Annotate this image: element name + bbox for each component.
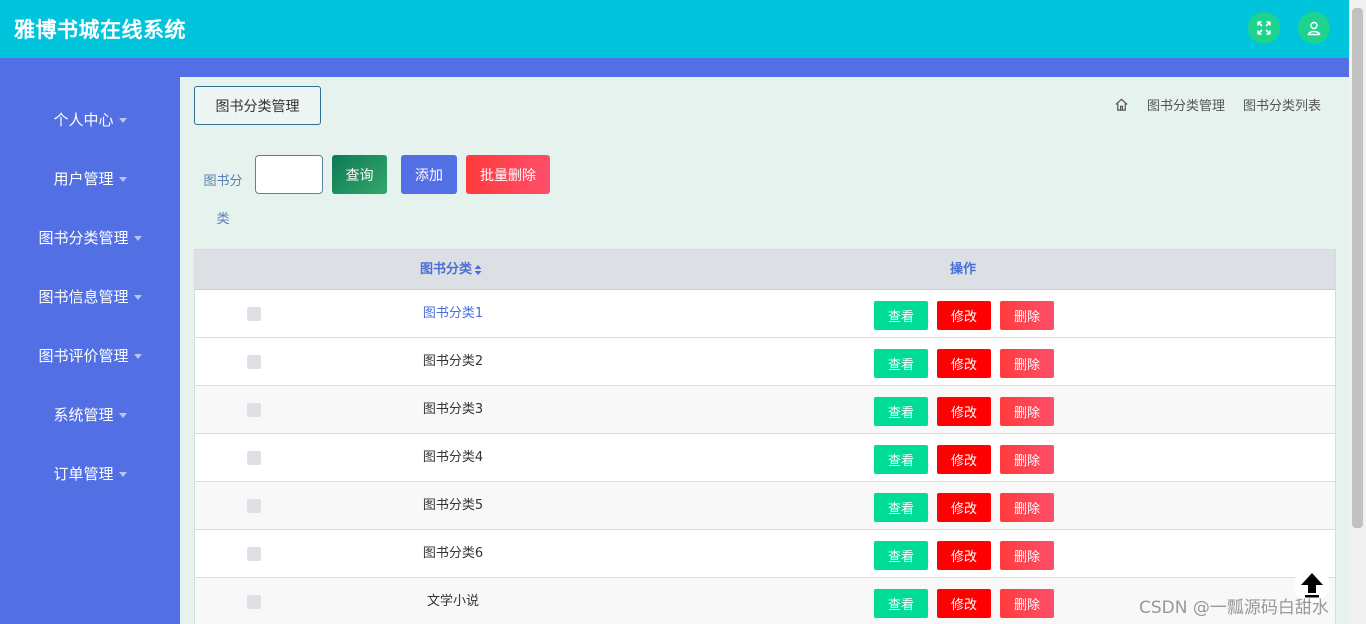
fullscreen-button[interactable]	[1248, 12, 1280, 44]
delete-button[interactable]: 删除	[1000, 541, 1054, 570]
caret-down-icon	[133, 235, 142, 241]
sidebar-item-label: 图书信息管理	[38, 287, 129, 306]
row-checkbox[interactable]	[247, 595, 261, 609]
page-scrollbar[interactable]	[1349, 0, 1366, 624]
view-button[interactable]: 查看	[874, 397, 928, 426]
category-name: 文学小说	[426, 594, 479, 609]
category-name: 图书分类2	[422, 354, 484, 369]
sidebar-item-book-info[interactable]: 图书信息管理	[0, 281, 180, 311]
delete-button[interactable]: 删除	[1000, 397, 1054, 426]
add-button[interactable]: 添加	[401, 155, 457, 194]
caret-down-icon	[118, 412, 127, 418]
top-bar: 雅博书城在线系统	[0, 0, 1349, 58]
sidebar-item-system[interactable]: 系统管理	[0, 399, 180, 429]
watermark-text: CSDN @一瓢源码白甜水	[1139, 598, 1329, 618]
category-name: 图书分类4	[422, 450, 484, 465]
column-header-actions: 操作	[950, 262, 977, 277]
category-name: 图书分类3	[422, 402, 484, 417]
delete-button[interactable]: 删除	[1000, 445, 1054, 474]
user-icon	[1307, 21, 1321, 36]
row-checkbox[interactable]	[247, 547, 261, 561]
row-checkbox[interactable]	[247, 403, 261, 417]
caret-down-icon	[118, 471, 127, 477]
scrollbar-thumb[interactable]	[1352, 8, 1363, 528]
breadcrumb-item-current: 图书分类列表	[1242, 99, 1321, 114]
table-row: 图书分类3 查看 修改 删除	[195, 386, 1335, 434]
filter-label: 图书分类	[203, 174, 243, 227]
delete-button[interactable]: 删除	[1000, 589, 1054, 618]
row-checkbox[interactable]	[247, 451, 261, 465]
edit-button[interactable]: 修改	[937, 301, 991, 330]
sidebar-item-label: 用户管理	[53, 169, 114, 188]
sidebar-item-label: 图书评价管理	[38, 346, 129, 365]
sidebar-item-users[interactable]: 用户管理	[0, 163, 180, 193]
row-checkbox[interactable]	[247, 499, 261, 513]
view-button[interactable]: 查看	[874, 301, 928, 330]
table-row: 图书分类6 查看 修改 删除	[195, 530, 1335, 578]
delete-button[interactable]: 删除	[1000, 301, 1054, 330]
sidebar-item-orders[interactable]: 订单管理	[0, 458, 180, 488]
delete-button[interactable]: 删除	[1000, 349, 1054, 378]
view-button[interactable]: 查看	[874, 589, 928, 618]
table-row: 图书分类2 查看 修改 删除	[195, 338, 1335, 386]
sidebar-item-book-categories[interactable]: 图书分类管理	[0, 222, 180, 252]
batch-delete-button[interactable]: 批量删除	[466, 155, 550, 194]
caret-down-icon	[133, 294, 142, 300]
sidebar-item-profile[interactable]: 个人中心	[0, 104, 180, 134]
edit-button[interactable]: 修改	[937, 397, 991, 426]
sidebar-item-label: 图书分类管理	[38, 228, 129, 247]
caret-down-icon	[118, 176, 127, 182]
user-button[interactable]	[1298, 12, 1330, 44]
fullscreen-icon	[1257, 21, 1271, 35]
page-title-tag: 图书分类管理	[194, 86, 321, 125]
header-band	[0, 58, 1349, 77]
caret-down-icon	[118, 117, 127, 123]
view-button[interactable]: 查看	[874, 445, 928, 474]
sort-icon[interactable]	[474, 264, 482, 276]
breadcrumb: 图书分类管理 图书分类列表	[1114, 95, 1321, 114]
category-name: 图书分类6	[422, 546, 484, 561]
sidebar-item-label: 订单管理	[53, 464, 114, 483]
delete-button[interactable]: 删除	[1000, 493, 1054, 522]
view-button[interactable]: 查看	[874, 541, 928, 570]
table-row: 图书分类1 查看 修改 删除	[195, 290, 1335, 338]
category-name: 图书分类5	[422, 498, 484, 513]
edit-button[interactable]: 修改	[937, 349, 991, 378]
edit-button[interactable]: 修改	[937, 541, 991, 570]
edit-button[interactable]: 修改	[937, 445, 991, 474]
home-icon[interactable]	[1114, 97, 1129, 112]
select-all-checkbox[interactable]	[247, 263, 261, 277]
column-header-name[interactable]: 图书分类	[420, 250, 482, 290]
table-row: 图书分类4 查看 修改 删除	[195, 434, 1335, 482]
sidebar-item-label: 个人中心	[53, 110, 114, 129]
search-button[interactable]: 查询	[332, 155, 387, 194]
view-button[interactable]: 查看	[874, 493, 928, 522]
app-title: 雅博书城在线系统	[14, 18, 186, 42]
edit-button[interactable]: 修改	[937, 493, 991, 522]
sidebar-item-label: 系统管理	[53, 405, 114, 424]
category-search-input[interactable]	[255, 155, 323, 194]
category-table: 图书分类 操作 图书分类1 查看 修改 删除 图书分类2 查看 修改 删除 图书…	[194, 249, 1336, 624]
column-header-label: 图书分类	[420, 262, 473, 277]
sidebar-item-book-reviews[interactable]: 图书评价管理	[0, 340, 180, 370]
table-row: 图书分类5 查看 修改 删除	[195, 482, 1335, 530]
table-header: 图书分类 操作	[195, 250, 1335, 290]
caret-down-icon	[133, 353, 142, 359]
breadcrumb-item[interactable]: 图书分类管理	[1147, 95, 1225, 114]
row-checkbox[interactable]	[247, 355, 261, 369]
view-button[interactable]: 查看	[874, 349, 928, 378]
sidebar: 个人中心 用户管理 图书分类管理 图书信息管理 图书评价管理 系统管理 订单管理	[0, 77, 180, 624]
category-name[interactable]: 图书分类1	[395, 290, 511, 338]
edit-button[interactable]: 修改	[937, 589, 991, 618]
row-checkbox[interactable]	[247, 307, 261, 321]
